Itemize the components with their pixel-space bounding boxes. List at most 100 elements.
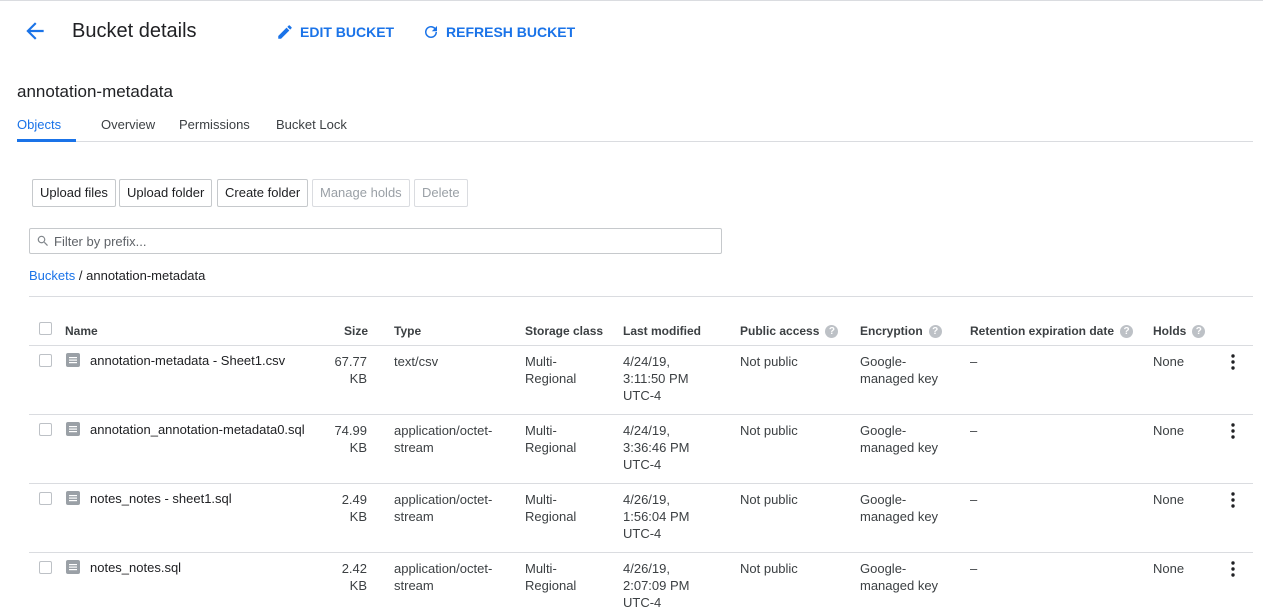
refresh-bucket-label: REFRESH BUCKET xyxy=(446,24,576,40)
row-checkbox[interactable] xyxy=(39,492,52,505)
public-access: Not public xyxy=(740,492,798,507)
last-modified: 4/26/19, 2:07:09 PM UTC-4 xyxy=(623,560,690,611)
file-type-line2: stream xyxy=(394,509,434,524)
file-icon xyxy=(66,491,80,505)
table-row[interactable]: notes_notes.sql 2.42 KB application/octet… xyxy=(29,553,1253,616)
edit-bucket-button[interactable]: EDIT BUCKET xyxy=(276,23,394,41)
file-name-link[interactable]: notes_notes.sql xyxy=(90,559,181,576)
more-vert-icon[interactable] xyxy=(1226,353,1240,371)
encryption: Google-managed key xyxy=(860,422,938,456)
file-name-link[interactable]: annotation_annotation-metadata0.sql xyxy=(90,421,305,438)
tab-permissions[interactable]: Permissions xyxy=(179,117,250,132)
col-public-access: Public access? xyxy=(740,324,839,338)
more-vert-icon[interactable] xyxy=(1226,560,1240,578)
file-size: 2.49 KB xyxy=(319,491,367,525)
col-storage-class[interactable]: Storage class xyxy=(525,324,603,338)
last-modified-time: 3:36:46 PM xyxy=(623,440,690,455)
col-type[interactable]: Type xyxy=(394,324,421,338)
col-holds: Holds? xyxy=(1153,324,1206,338)
storage-class-line1: Multi- xyxy=(525,423,557,438)
more-vert-icon[interactable] xyxy=(1226,491,1240,509)
tab-overview[interactable]: Overview xyxy=(101,117,155,132)
file-type: application/octet-stream xyxy=(394,422,492,456)
table-row[interactable]: annotation_annotation-metadata0.sql 74.9… xyxy=(29,415,1253,484)
last-modified-date: 4/26/19, xyxy=(623,561,670,576)
row-checkbox[interactable] xyxy=(39,354,52,367)
col-size[interactable]: Size xyxy=(344,324,368,338)
last-modified-tz: UTC-4 xyxy=(623,457,662,472)
public-access: Not public xyxy=(740,354,798,369)
encryption-line2: managed key xyxy=(860,509,939,524)
table-row[interactable]: notes_notes - sheet1.sql 2.49 KB applicat… xyxy=(29,484,1253,553)
encryption: Google-managed key xyxy=(860,353,938,387)
page-title: Bucket details xyxy=(72,20,197,42)
retention-date: – xyxy=(970,561,978,576)
row-checkbox[interactable] xyxy=(39,423,52,436)
upload-folder-button[interactable]: Upload folder xyxy=(119,179,213,207)
retention-date: – xyxy=(970,492,978,507)
help-icon[interactable]: ? xyxy=(825,324,839,338)
file-type-line2: stream xyxy=(394,440,434,455)
top-border xyxy=(0,0,1263,5)
file-size-unit: KB xyxy=(349,578,367,593)
row-checkbox[interactable] xyxy=(39,561,52,574)
refresh-bucket-button[interactable]: REFRESH BUCKET xyxy=(422,23,575,41)
last-modified-date: 4/24/19, xyxy=(623,354,670,369)
last-modified-tz: UTC-4 xyxy=(623,388,662,403)
file-icon xyxy=(66,422,80,436)
last-modified-time: 1:56:04 PM xyxy=(623,509,690,524)
delete-button[interactable]: Delete xyxy=(414,179,468,207)
encryption-line1: Google- xyxy=(860,423,907,438)
help-icon[interactable]: ? xyxy=(1192,324,1206,338)
file-name-link[interactable]: annotation-metadata - Sheet1.csv xyxy=(90,352,285,369)
tab-bucket-lock[interactable]: Bucket Lock xyxy=(276,117,347,132)
table-row[interactable]: annotation-metadata - Sheet1.csv 67.77 KB… xyxy=(29,346,1253,415)
filter-input[interactable] xyxy=(54,229,714,253)
holds: None xyxy=(1153,492,1185,507)
create-folder-button[interactable]: Create folder xyxy=(217,179,309,207)
encryption-line2: managed key xyxy=(860,440,939,455)
storage-class: Multi- Regional xyxy=(525,353,576,387)
breadcrumb-separator: / xyxy=(78,268,83,283)
last-modified-date: 4/26/19, xyxy=(623,492,670,507)
page-header: Bucket details EDIT BUCKET REFRESH BUCKE… xyxy=(0,14,1263,54)
storage-class: Multi- Regional xyxy=(525,422,576,456)
more-vert-icon[interactable] xyxy=(1226,422,1240,440)
file-type-line1: text/csv xyxy=(394,354,439,369)
col-last-modified[interactable]: Last modified xyxy=(623,324,701,338)
breadcrumb: Buckets / annotation-metadata xyxy=(29,268,205,283)
last-modified-tz: UTC-4 xyxy=(623,595,662,610)
storage-class-line1: Multi- xyxy=(525,492,557,507)
encryption-line1: Google- xyxy=(860,561,907,576)
holds: None xyxy=(1153,561,1185,576)
file-size-unit: KB xyxy=(349,371,367,386)
help-icon[interactable]: ? xyxy=(928,324,942,338)
last-modified: 4/24/19, 3:36:46 PM UTC-4 xyxy=(623,422,690,473)
active-tab-indicator xyxy=(17,139,76,142)
upload-files-button[interactable]: Upload files xyxy=(32,179,116,207)
section-divider xyxy=(29,296,1253,297)
storage-class-line2: Regional xyxy=(525,440,577,455)
last-modified-date: 4/24/19, xyxy=(623,423,670,438)
select-all-checkbox[interactable] xyxy=(39,322,52,335)
tab-objects[interactable]: Objects xyxy=(17,117,61,132)
col-holds-label: Holds xyxy=(1153,324,1187,338)
file-icon xyxy=(66,560,80,574)
pencil-icon xyxy=(278,25,292,39)
col-retention-label: Retention expiration date xyxy=(970,324,1115,338)
refresh-icon xyxy=(425,26,437,38)
file-size-value: 2.42 xyxy=(341,561,367,576)
file-type-line1: application/octet- xyxy=(394,561,493,576)
back-arrow-icon[interactable] xyxy=(22,18,48,44)
breadcrumb-buckets-link[interactable]: Buckets xyxy=(29,268,75,283)
encryption-line1: Google- xyxy=(860,354,907,369)
retention-date: – xyxy=(970,423,978,438)
file-icon xyxy=(66,353,80,367)
retention-date: – xyxy=(970,354,978,369)
breadcrumb-current: annotation-metadata xyxy=(86,268,206,283)
file-name-link[interactable]: notes_notes - sheet1.sql xyxy=(90,490,232,507)
help-icon[interactable]: ? xyxy=(1120,324,1134,338)
manage-holds-button[interactable]: Manage holds xyxy=(312,179,410,207)
holds: None xyxy=(1153,354,1185,369)
col-name[interactable]: Name xyxy=(65,324,98,338)
